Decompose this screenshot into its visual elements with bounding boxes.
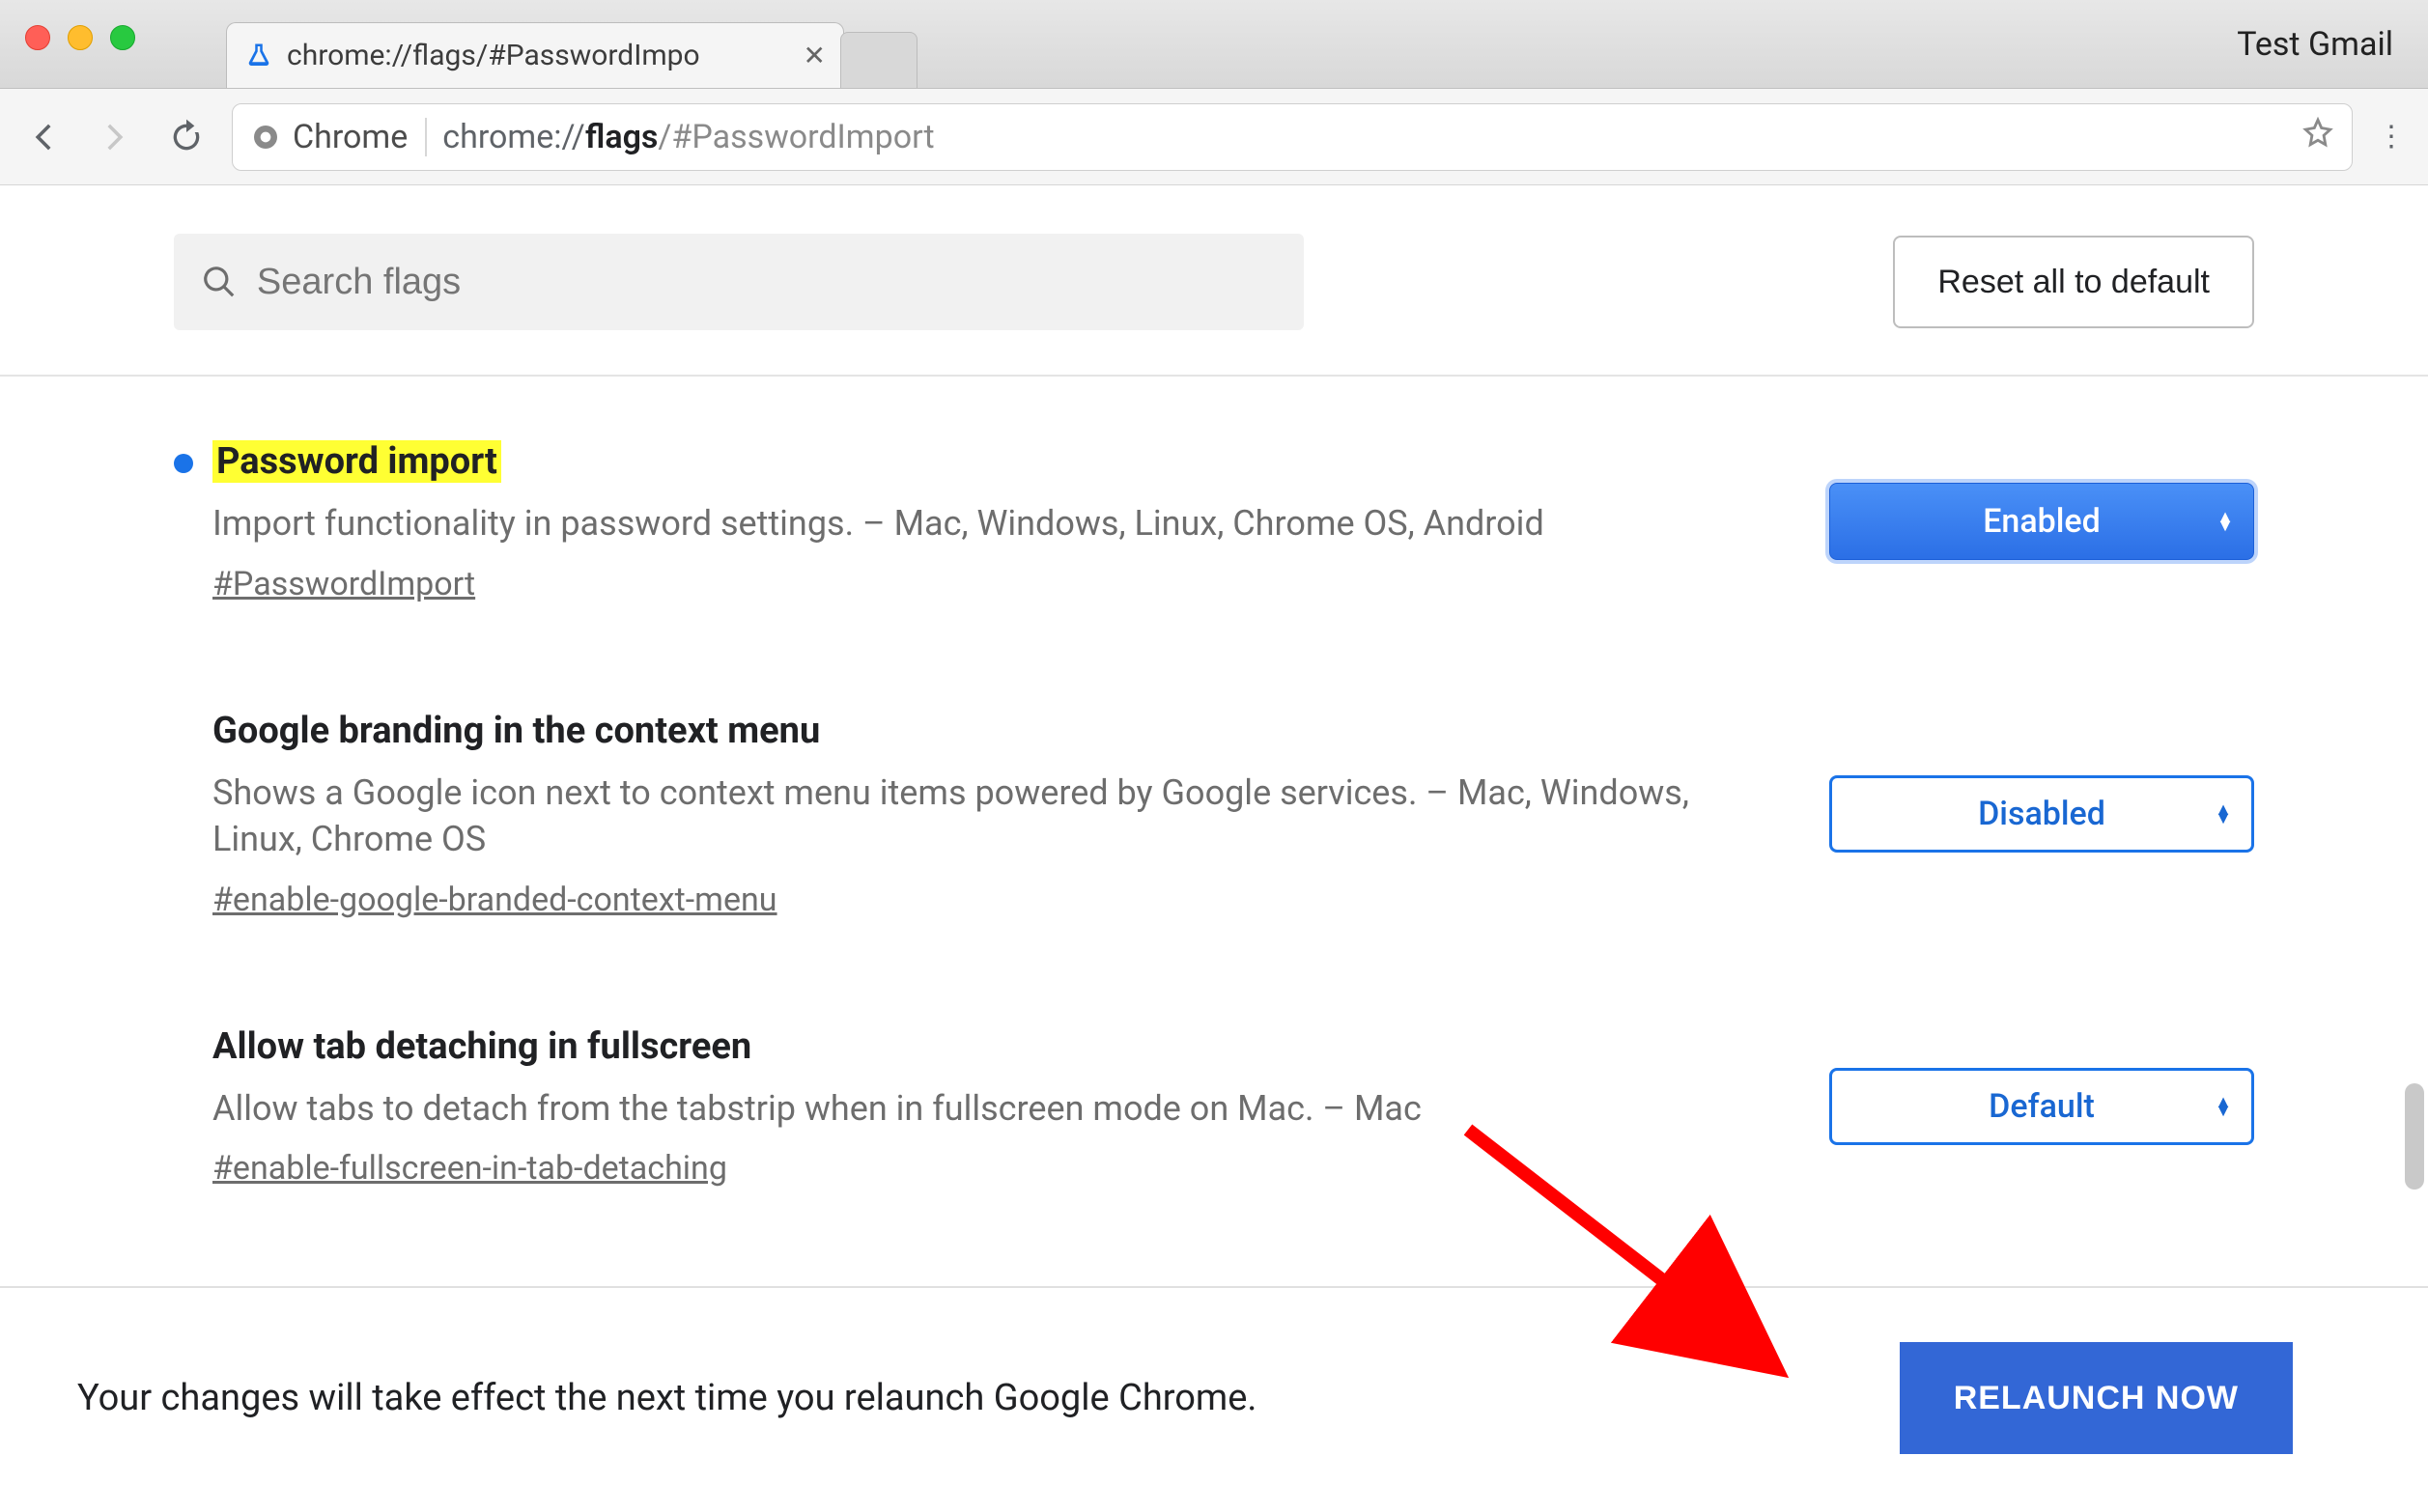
flag-description: Import functionality in password setting…: [212, 500, 1700, 547]
flag-anchor-link[interactable]: #PasswordImport: [212, 565, 475, 603]
select-arrows-icon: ▲▼: [2215, 1098, 2232, 1115]
profile-label[interactable]: Test Gmail: [2237, 25, 2393, 64]
flag-state-value: Enabled: [1983, 502, 2101, 541]
search-flags-box[interactable]: [174, 234, 1304, 330]
flag-state-value: Disabled: [1978, 795, 2105, 833]
flag-state-value: Default: [1989, 1087, 2095, 1126]
flags-list: Password import Import functionality in …: [0, 377, 2428, 1226]
relaunch-footer: Your changes will take effect the next t…: [0, 1286, 2428, 1512]
flag-description: Allow tabs to detach from the tabstrip w…: [212, 1085, 1700, 1133]
window-title-bar: chrome://flags/#PasswordImpo ✕ Test Gmai…: [0, 0, 2428, 89]
overflow-menu-icon[interactable]: ⋮: [2372, 111, 2411, 163]
flag-anchor-link[interactable]: #enable-google-branded-context-menu: [212, 881, 777, 919]
relaunch-button[interactable]: RELAUNCH NOW: [1900, 1342, 2293, 1454]
flag-state-select[interactable]: Enabled ▲▼: [1829, 483, 2254, 560]
browser-toolbar: Chrome chrome://flags/#PasswordImport ⋮: [0, 89, 2428, 185]
flag-anchor-link[interactable]: #enable-fullscreen-in-tab-detaching: [212, 1149, 727, 1188]
security-chip: Chrome: [250, 118, 427, 156]
browser-tab-active[interactable]: chrome://flags/#PasswordImpo ✕: [226, 22, 844, 88]
flags-page: Reset all to default Password import Imp…: [0, 185, 2428, 1512]
minimize-window-button[interactable]: [68, 25, 93, 50]
reload-button[interactable]: [160, 111, 212, 163]
bookmark-star-icon[interactable]: [2301, 116, 2334, 157]
scrollbar-thumb[interactable]: [2405, 1083, 2424, 1190]
flag-title: Google branding in the context menu: [212, 710, 820, 752]
search-icon: [201, 263, 238, 301]
flag-title: Allow tab detaching in fullscreen: [212, 1025, 751, 1068]
flag-description: Shows a Google icon next to context menu…: [212, 770, 1700, 863]
flag-row: Allow tab detaching in fullscreen Allow …: [174, 1025, 2254, 1189]
url-text: chrome://flags/#PasswordImport: [442, 118, 2286, 156]
window-controls: [0, 0, 135, 50]
flag-row: Password import Import functionality in …: [174, 440, 2254, 603]
search-flags-input[interactable]: [257, 262, 1277, 303]
tab-strip: chrome://flags/#PasswordImpo ✕: [226, 14, 914, 88]
flag-title: Password import: [212, 440, 501, 483]
footer-message: Your changes will take effect the next t…: [77, 1377, 1256, 1419]
tab-title: chrome://flags/#PasswordImpo: [287, 39, 790, 72]
search-row: Reset all to default: [0, 185, 2428, 377]
flask-icon: [244, 42, 273, 70]
forward-button[interactable]: [89, 111, 141, 163]
select-arrows-icon: ▲▼: [2215, 805, 2232, 823]
flag-state-select[interactable]: Default ▲▼: [1829, 1068, 2254, 1145]
close-window-button[interactable]: [25, 25, 50, 50]
security-chip-label: Chrome: [293, 118, 408, 156]
fullscreen-window-button[interactable]: [110, 25, 135, 50]
modified-dot-icon: [174, 454, 193, 473]
flag-state-select[interactable]: Disabled ▲▼: [1829, 775, 2254, 853]
reset-all-button[interactable]: Reset all to default: [1893, 236, 2254, 328]
back-button[interactable]: [17, 111, 70, 163]
flag-row: Google branding in the context menu Show…: [174, 710, 2254, 919]
address-bar[interactable]: Chrome chrome://flags/#PasswordImport: [232, 103, 2353, 171]
new-tab-placeholder[interactable]: [840, 32, 918, 88]
close-tab-icon[interactable]: ✕: [804, 40, 826, 71]
select-arrows-icon: ▲▼: [2216, 513, 2234, 530]
